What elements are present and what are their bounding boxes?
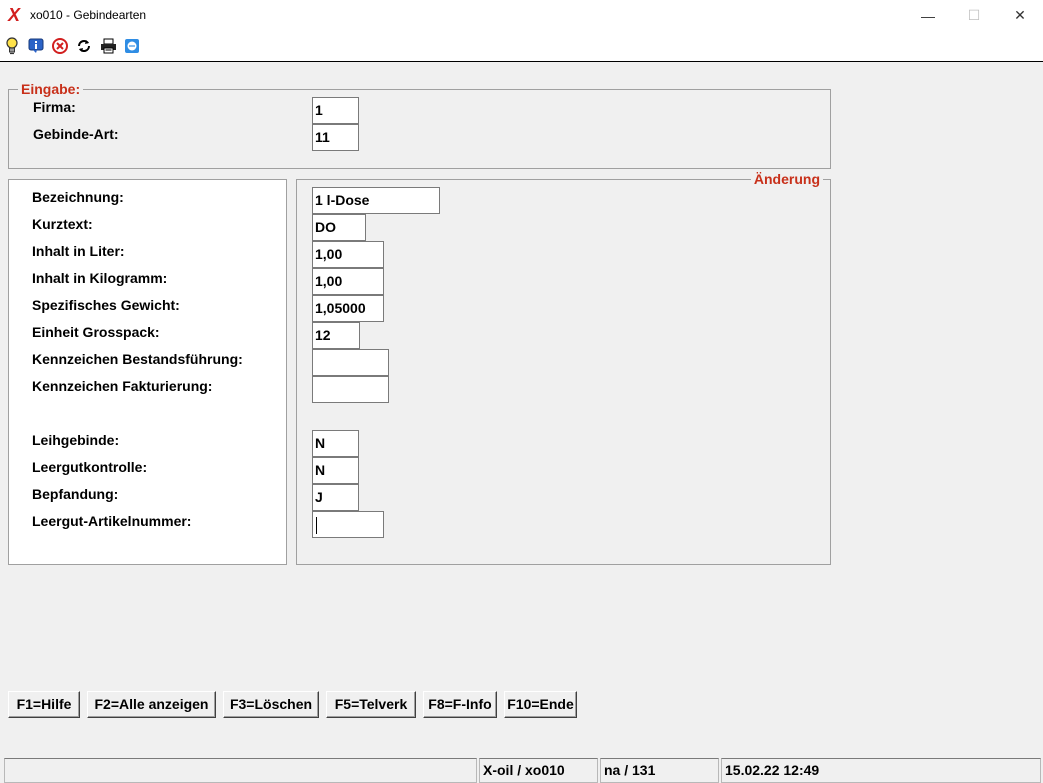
kz-bestand-label: Kennzeichen Bestandsführung: <box>32 351 243 367</box>
cancel-icon[interactable] <box>51 37 69 55</box>
firma-field[interactable]: 1 <box>312 97 359 124</box>
title-bar: X xo010 - Gebindearten — ☐ ✕ <box>0 0 1043 31</box>
f2-show-all-button[interactable]: F2=Alle anzeigen <box>87 691 216 718</box>
spez-gewicht-field[interactable]: 1,05000 <box>312 295 384 322</box>
inhalt-kg-label: Inhalt in Kilogramm: <box>32 270 168 286</box>
leergutkontrolle-field[interactable]: N <box>312 457 359 484</box>
eingabe-group: Eingabe: <box>8 80 831 169</box>
minimize-button[interactable]: — <box>905 0 951 31</box>
kz-faktur-field[interactable] <box>312 376 389 403</box>
chat-icon[interactable] <box>123 37 141 55</box>
info-icon[interactable] <box>27 37 45 55</box>
grosspack-field[interactable]: 12 <box>312 322 360 349</box>
kz-bestand-field[interactable] <box>312 349 389 376</box>
status-app: X-oil / xo010 <box>479 758 598 783</box>
status-empty <box>4 758 477 783</box>
grosspack-label: Einheit Grosspack: <box>32 324 160 340</box>
inhalt-liter-label: Inhalt in Liter: <box>32 243 125 259</box>
leihgebinde-field[interactable]: N <box>312 430 359 457</box>
leergut-artikel-label: Leergut-Artikelnummer: <box>32 513 192 529</box>
f8-f-info-button[interactable]: F8=F-Info <box>423 691 497 718</box>
kurztext-field[interactable]: DO <box>312 214 366 241</box>
text-caret <box>316 516 317 534</box>
status-user: na / 131 <box>600 758 719 783</box>
kz-faktur-label: Kennzeichen Fakturierung: <box>32 378 213 394</box>
leihgebinde-label: Leihgebinde: <box>32 432 120 448</box>
bepfandung-label: Bepfandung: <box>32 486 119 502</box>
bepfandung-field[interactable]: J <box>312 484 359 511</box>
toolbar <box>0 31 1043 62</box>
maximize-button[interactable]: ☐ <box>951 0 997 31</box>
firma-label: Firma: <box>33 99 76 115</box>
bezeichnung-label: Bezeichnung: <box>32 189 124 205</box>
f10-exit-button[interactable]: F10=Ende <box>504 691 577 718</box>
lightbulb-icon[interactable] <box>3 37 21 55</box>
status-datetime: 15.02.22 12:49 <box>721 758 1041 783</box>
gebinde-art-label: Gebinde-Art: <box>33 126 119 142</box>
spez-gewicht-label: Spezifisches Gewicht: <box>32 297 180 313</box>
inhalt-kg-field[interactable]: 1,00 <box>312 268 384 295</box>
gebinde-art-field[interactable]: 11 <box>312 124 359 151</box>
eingabe-legend: Eingabe: <box>18 80 84 98</box>
refresh-icon[interactable] <box>75 37 93 55</box>
window-title: xo010 - Gebindearten <box>30 8 147 22</box>
inhalt-liter-field[interactable]: 1,00 <box>312 241 384 268</box>
labels-panel <box>8 179 287 565</box>
status-bar: X-oil / xo010 na / 131 15.02.22 12:49 <box>0 758 1043 783</box>
bezeichnung-field[interactable]: 1 l-Dose <box>312 187 440 214</box>
f3-delete-button[interactable]: F3=Löschen <box>223 691 319 718</box>
close-button[interactable]: ✕ <box>997 0 1043 31</box>
leergut-artikel-field[interactable] <box>312 511 384 538</box>
printer-icon[interactable] <box>99 37 117 55</box>
leergutkontrolle-label: Leergutkontrolle: <box>32 459 148 475</box>
f5-telverk-button[interactable]: F5=Telverk <box>326 691 416 718</box>
f1-help-button[interactable]: F1=Hilfe <box>8 691 80 718</box>
kurztext-label: Kurztext: <box>32 216 93 232</box>
aenderung-legend: Änderung <box>750 170 823 188</box>
app-logo: X <box>8 5 21 25</box>
